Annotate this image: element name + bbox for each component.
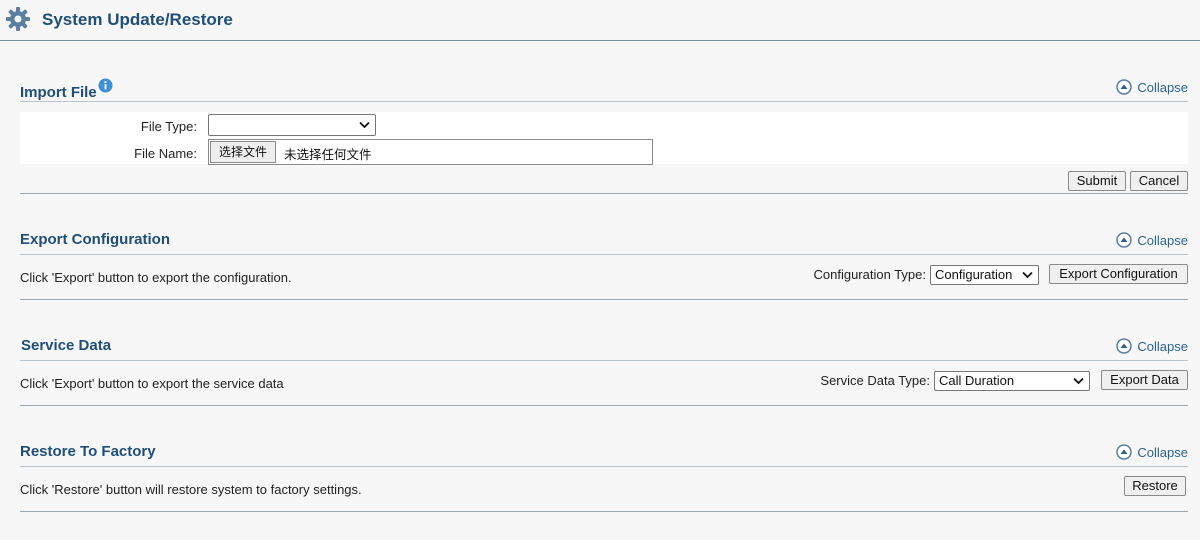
submit-button[interactable]: Submit	[1068, 171, 1126, 191]
service-data-type-label: Service Data Type:	[820, 373, 930, 388]
collapse-icon	[1116, 79, 1133, 95]
page-header: System Update/Restore	[0, 0, 1200, 41]
configuration-type-label: Configuration Type:	[813, 267, 927, 282]
file-type-select[interactable]	[208, 114, 376, 136]
gear-icon	[6, 7, 30, 31]
cancel-button[interactable]: Cancel	[1130, 171, 1188, 191]
collapse-icon	[1116, 232, 1133, 248]
import-file-collapse[interactable]: Collapse	[1116, 79, 1188, 95]
chevron-down-icon	[359, 121, 370, 129]
import-file-title: Import File	[20, 78, 113, 101]
divider	[20, 466, 1188, 467]
restore-button[interactable]: Restore	[1124, 476, 1186, 496]
divider	[20, 299, 1188, 300]
info-icon[interactable]	[98, 78, 113, 93]
export-configuration-title: Export Configuration	[20, 231, 170, 248]
configuration-type-select[interactable]: Configuration	[930, 265, 1039, 285]
divider	[20, 360, 1188, 361]
chevron-down-icon	[1073, 377, 1084, 385]
export-configuration-description: Click 'Export' button to export the conf…	[20, 270, 292, 285]
collapse-icon	[1116, 444, 1133, 460]
file-input[interactable]: 选择文件 未选择任何文件	[208, 139, 653, 165]
file-status-text: 未选择任何文件	[284, 147, 372, 162]
restore-factory-title: Restore To Factory	[20, 443, 156, 460]
file-name-label: File Name:	[134, 146, 197, 161]
file-type-label: File Type:	[140, 119, 197, 134]
divider	[20, 101, 1188, 102]
export-data-button[interactable]: Export Data	[1101, 370, 1188, 390]
service-data-title: Service Data	[21, 337, 112, 354]
divider	[20, 511, 1188, 512]
divider	[20, 193, 1188, 194]
choose-file-button[interactable]: 选择文件	[210, 141, 277, 163]
collapse-icon	[1116, 338, 1133, 354]
service-data-description: Click 'Export' button to export the serv…	[20, 376, 284, 391]
export-configuration-button[interactable]: Export Configuration	[1049, 264, 1188, 284]
divider	[20, 254, 1188, 255]
restore-factory-collapse[interactable]: Collapse	[1116, 444, 1188, 460]
page-title: System Update/Restore	[42, 10, 233, 29]
restore-factory-description: Click 'Restore' button will restore syst…	[20, 482, 362, 497]
divider	[20, 405, 1188, 406]
export-configuration-collapse[interactable]: Collapse	[1116, 232, 1188, 248]
chevron-down-icon	[1022, 271, 1033, 279]
service-data-collapse[interactable]: Collapse	[1116, 338, 1188, 354]
service-data-type-select[interactable]: Call Duration	[934, 371, 1090, 391]
